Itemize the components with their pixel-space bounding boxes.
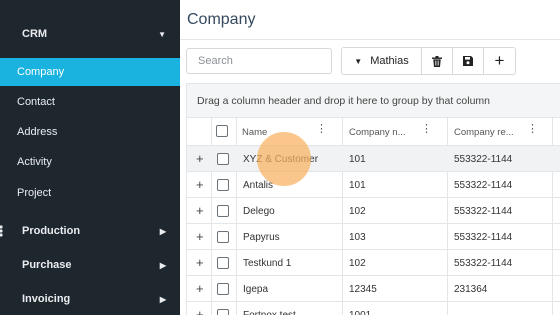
cell-company-registration: 553322-1144 bbox=[454, 231, 513, 243]
main-content: Company ▼ Mathias + bbox=[180, 0, 560, 315]
sidebar-group-invoicing[interactable]: Invoicing ▶ bbox=[0, 284, 180, 314]
cell-name: Fortnox test bbox=[243, 309, 296, 315]
expand-plus-icon[interactable]: + bbox=[196, 151, 204, 166]
cell-company-number: 102 bbox=[349, 205, 366, 217]
save-icon bbox=[463, 56, 473, 66]
column-menu-icon[interactable]: ⋮ bbox=[527, 124, 538, 135]
cell-company-registration: 553322-1144 bbox=[454, 257, 513, 269]
page-header: Company bbox=[180, 0, 560, 40]
group-by-panel[interactable]: Drag a column header and drop it here to… bbox=[187, 84, 560, 118]
expand-plus-icon[interactable]: + bbox=[196, 177, 204, 192]
cell-company-number: 12345 bbox=[349, 283, 377, 295]
cell-name: Testkund 1 bbox=[243, 257, 292, 269]
chevron-right-icon: ▶ bbox=[159, 226, 166, 236]
cell-company-number: 102 bbox=[349, 257, 366, 269]
cell-company-number: 101 bbox=[349, 179, 366, 191]
row-checkbox[interactable] bbox=[217, 257, 229, 269]
row-checkbox[interactable] bbox=[217, 231, 229, 243]
cell-name: Igepa bbox=[243, 283, 269, 295]
click-indicator bbox=[257, 132, 311, 186]
expand-plus-icon[interactable]: + bbox=[196, 203, 204, 218]
sidebar-item-address[interactable]: Address bbox=[0, 118, 180, 146]
cell-company-registration: 231364 bbox=[454, 283, 488, 295]
sidebar-item-company[interactable]: Company bbox=[0, 58, 180, 86]
cell-company-number: 101 bbox=[349, 153, 366, 165]
sidebar-group-label: Production bbox=[22, 225, 81, 237]
select-all-checkbox[interactable] bbox=[216, 125, 228, 137]
row-checkbox[interactable] bbox=[217, 153, 229, 165]
toolbar-button-group: ▼ Mathias + bbox=[341, 47, 516, 75]
table-row[interactable]: + XYZ & Customer 101 553322-1144 bbox=[187, 146, 560, 172]
column-header-company-number[interactable]: Company n... bbox=[349, 118, 406, 146]
row-checkbox[interactable] bbox=[217, 205, 229, 217]
delete-button[interactable] bbox=[422, 48, 453, 74]
chevron-down-icon: ▼ bbox=[158, 29, 166, 39]
row-checkbox[interactable] bbox=[217, 283, 229, 295]
column-menu-icon[interactable]: ⋮ bbox=[316, 124, 327, 135]
sidebar: CRM ▼ Company Contact Address Activity P… bbox=[0, 0, 180, 315]
chevron-right-icon: ▶ bbox=[159, 260, 166, 270]
user-view-dropdown[interactable]: ▼ Mathias bbox=[342, 48, 422, 74]
table-row[interactable]: + Antalis 101 553322-1144 bbox=[187, 172, 560, 198]
expand-plus-icon[interactable]: + bbox=[196, 307, 204, 315]
page-title: Company bbox=[187, 11, 256, 28]
expand-plus-icon[interactable]: + bbox=[196, 229, 204, 244]
column-menu-icon[interactable]: ⋮ bbox=[421, 124, 432, 135]
sidebar-item-contact[interactable]: Contact bbox=[0, 88, 180, 116]
table-row[interactable]: + Testkund 1 102 553322-1144 bbox=[187, 250, 560, 276]
column-header-company-registration[interactable]: Company re... bbox=[454, 118, 514, 146]
sidebar-group-crm[interactable]: CRM ▼ bbox=[0, 19, 180, 49]
save-button[interactable] bbox=[453, 48, 484, 74]
table-row[interactable]: + Igepa 12345 231364 bbox=[187, 276, 560, 302]
trash-icon bbox=[432, 55, 442, 67]
expand-plus-icon[interactable]: + bbox=[196, 255, 204, 270]
plus-icon: + bbox=[494, 51, 505, 70]
expand-plus-icon[interactable]: + bbox=[196, 281, 204, 296]
table-row[interactable]: + Papyrus 103 553322-1144 bbox=[187, 224, 560, 250]
caret-down-icon: ▼ bbox=[354, 56, 363, 66]
row-checkbox[interactable] bbox=[217, 179, 229, 191]
cell-name: Papyrus bbox=[243, 231, 280, 243]
sidebar-item-project[interactable]: Project bbox=[0, 179, 180, 207]
grid-icon bbox=[0, 225, 3, 237]
cell-company-registration: 553322-1144 bbox=[454, 153, 513, 165]
cell-company-number: 1001 bbox=[349, 309, 372, 315]
chevron-right-icon: ▶ bbox=[159, 294, 166, 304]
table-row[interactable]: + Delego 102 553322-1144 bbox=[187, 198, 560, 224]
table-row[interactable]: + Fortnox test 1001 bbox=[187, 302, 560, 315]
sidebar-group-purchase[interactable]: Purchase ▶ bbox=[0, 250, 180, 280]
sidebar-group-production[interactable]: Production ▶ bbox=[0, 216, 180, 246]
cell-company-registration: 553322-1144 bbox=[454, 179, 513, 191]
search-input[interactable] bbox=[186, 48, 332, 74]
sidebar-group-label: Invoicing bbox=[22, 293, 71, 305]
cell-company-number: 103 bbox=[349, 231, 366, 243]
sidebar-group-label: CRM bbox=[22, 28, 48, 40]
company-grid: Drag a column header and drop it here to… bbox=[186, 83, 560, 315]
sidebar-item-activity[interactable]: Activity bbox=[0, 148, 180, 176]
grid-header-row: Name ⋮ Company n... ⋮ Company re... ⋮ bbox=[187, 118, 560, 146]
row-checkbox[interactable] bbox=[217, 309, 229, 315]
sidebar-group-label: Purchase bbox=[22, 259, 72, 271]
cell-company-registration: 553322-1144 bbox=[454, 205, 513, 217]
cell-name: Delego bbox=[243, 205, 275, 217]
add-button[interactable]: + bbox=[484, 48, 515, 74]
user-view-label: Mathias bbox=[370, 55, 409, 67]
